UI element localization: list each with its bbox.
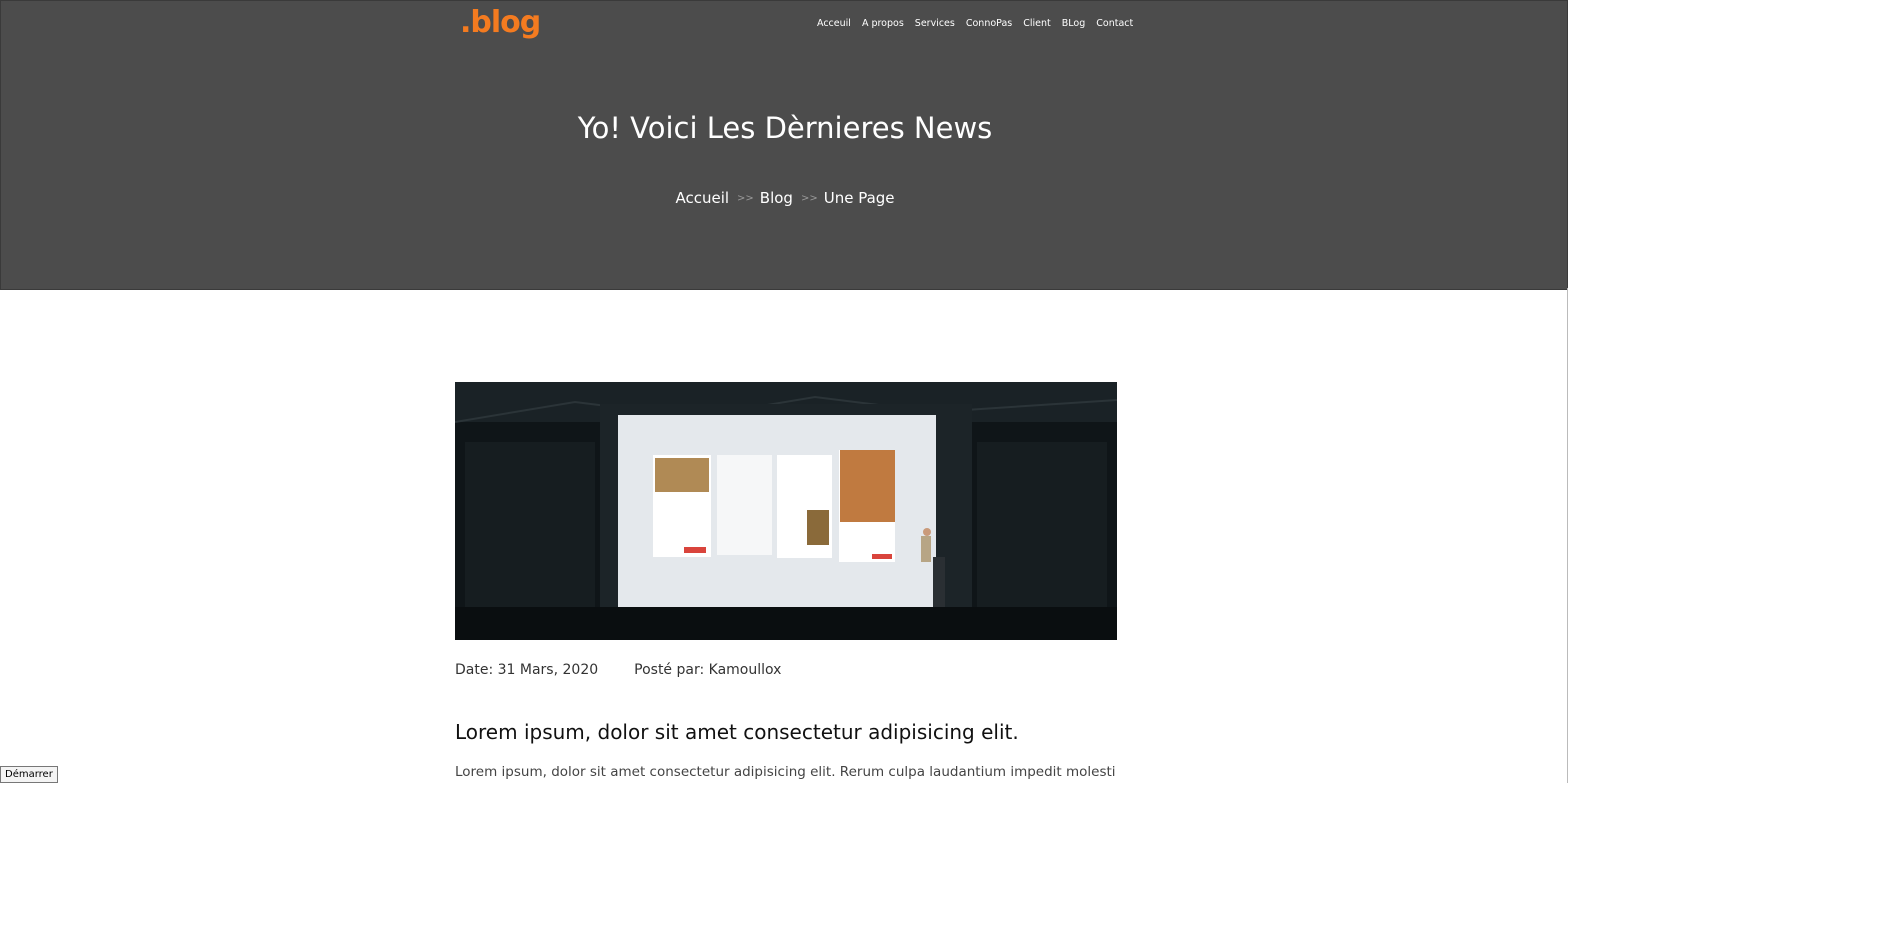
post-date: Date: 31 Mars, 2020: [455, 662, 599, 678]
breadcrumb-item-blog[interactable]: Blog: [760, 189, 793, 207]
breadcrumb: Accueil >> Blog >> Une Page: [1, 189, 1569, 207]
chevron-double-right-icon: >>: [800, 193, 818, 204]
post-author: Posté par: Kamoullox: [634, 662, 782, 678]
site-logo[interactable]: .blog: [460, 3, 541, 43]
post-image: [455, 382, 1117, 640]
breadcrumb-item-current: Une Page: [823, 189, 895, 207]
hero-header: .blog Acceuil A propos Services ConnoPas…: [0, 0, 1568, 290]
page-border: [1567, 288, 1568, 783]
post-title: Lorem ipsum, dolor sit amet consectetur …: [455, 720, 1019, 744]
nav-item-services[interactable]: Services: [915, 18, 955, 30]
nav-item-acceuil[interactable]: Acceuil: [817, 18, 851, 30]
nav-item-blog[interactable]: BLog: [1062, 18, 1086, 30]
post-body: Lorem ipsum, dolor sit amet consectetur …: [455, 764, 1115, 780]
post-meta: Date: 31 Mars, 2020 Posté par: Kamoullox: [455, 662, 781, 678]
nav-item-client[interactable]: Client: [1023, 18, 1051, 30]
nav-item-contact[interactable]: Contact: [1096, 18, 1133, 30]
page-title: Yo! Voici Les Dèrnieres News: [577, 111, 993, 145]
start-button[interactable]: Démarrer: [0, 766, 58, 783]
nav-item-a-propos[interactable]: A propos: [862, 18, 904, 30]
main-nav: Acceuil A propos Services ConnoPas Clien…: [817, 18, 1144, 30]
nav-item-connopas[interactable]: ConnoPas: [966, 18, 1012, 30]
chevron-double-right-icon: >>: [737, 193, 754, 204]
breadcrumb-item-accueil[interactable]: Accueil: [675, 189, 729, 207]
